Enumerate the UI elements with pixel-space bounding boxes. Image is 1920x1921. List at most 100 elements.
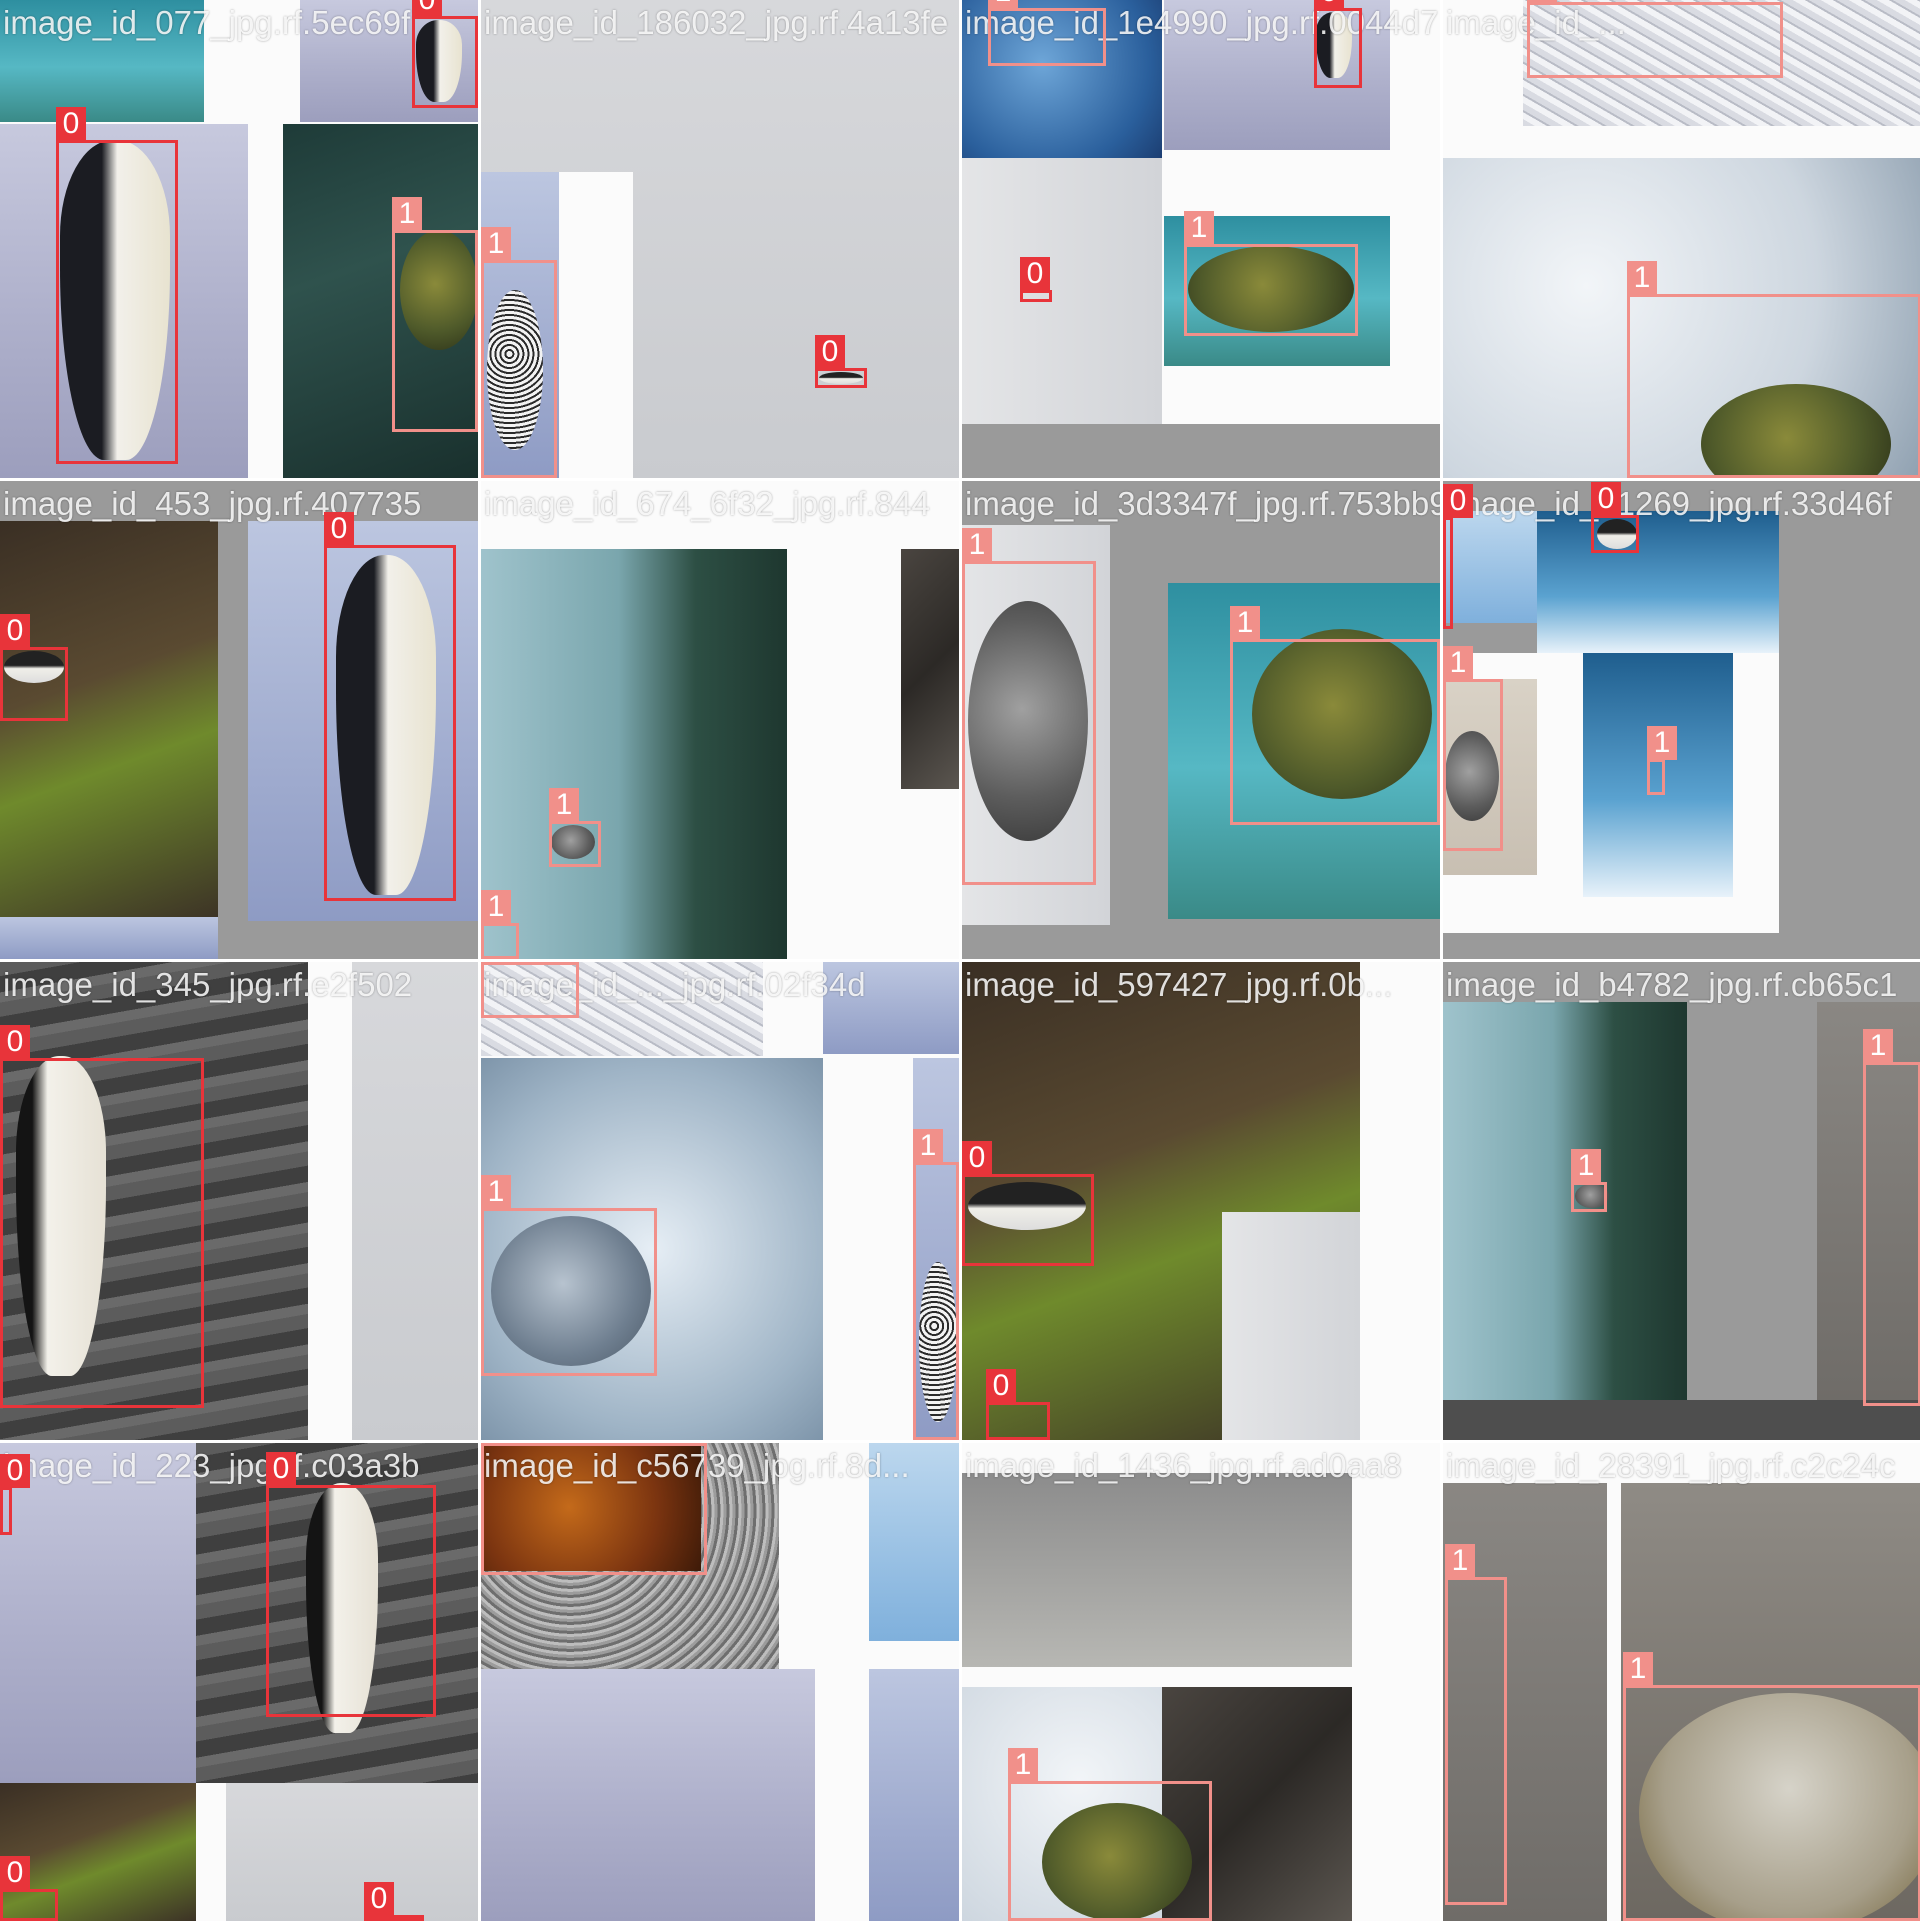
- detection-box-penguin: 0: [0, 1025, 204, 1408]
- image-fragment: [0, 1443, 196, 1783]
- detection-box-turtle: 1: [481, 1443, 707, 1575]
- detection-box-penguin: 0: [56, 107, 178, 464]
- detection-box-turtle: 1: [481, 890, 519, 959]
- image-filename-label: image_id_674_6f32_jpg.rf.844: [484, 485, 930, 522]
- image-filename-label: image_id_077_jpg.rf.5ec69f: [3, 4, 411, 41]
- detection-box-turtle: 1: [1627, 261, 1920, 478]
- mosaic-tile: image_id_21269_jpg.rf.33d46f 0 0 1 1: [1443, 481, 1920, 959]
- class-label: 0: [1443, 484, 1473, 518]
- image-filename-label: image_id_223_jpg.rf.c03a3b: [3, 1447, 420, 1484]
- detection-box-turtle: 1: [1445, 1544, 1507, 1905]
- class-label: 0: [815, 335, 845, 369]
- class-label: 1: [481, 227, 511, 261]
- detection-box-turtle: 1: [549, 788, 601, 867]
- detection-box-penguin: 0: [986, 1369, 1050, 1440]
- class-label: 0: [324, 512, 354, 546]
- detection-box-turtle: 1: [913, 1129, 959, 1440]
- class-label: 1: [962, 528, 992, 562]
- detection-box-turtle: 1: [481, 962, 579, 1018]
- detection-box-turtle: 1: [1571, 1149, 1607, 1212]
- image-fragment: [352, 962, 478, 1440]
- detection-box-penguin: 0: [1443, 484, 1473, 629]
- image-fragment: [869, 1669, 959, 1921]
- image-filename-label: image_id_345_jpg.rf.e2f502: [3, 966, 413, 1003]
- class-label: 1: [1445, 1544, 1475, 1578]
- class-label: 1: [1008, 1748, 1038, 1782]
- detection-box-penguin: 0: [412, 0, 478, 108]
- detection-box-turtle: 1: [481, 227, 557, 478]
- image-filename-label: image_id_28391_jpg.rf.c2c24c: [1446, 1447, 1896, 1484]
- class-label: 0: [364, 1882, 394, 1916]
- class-label: 1: [1571, 1149, 1601, 1183]
- class-label: 1: [1627, 261, 1657, 295]
- image-fragment: [962, 158, 1162, 424]
- class-label: 0: [0, 1025, 30, 1059]
- detection-box-turtle: 1: [1863, 1029, 1920, 1406]
- detection-box-penguin: 0: [266, 1452, 436, 1717]
- image-fragment: [901, 549, 959, 789]
- mosaic-tile: image_id_28391_jpg.rf.c2c24c 1 1: [1443, 1443, 1920, 1921]
- mosaic-tile: image_id_1436_jpg.rf.ad0aa8 1: [962, 1443, 1440, 1921]
- class-label: 1: [481, 890, 511, 924]
- class-label: 0: [962, 1141, 992, 1175]
- class-label: 0: [266, 1452, 296, 1486]
- detection-box-turtle: 1: [1184, 211, 1358, 336]
- image-fragment: [962, 1473, 1352, 1667]
- class-label: 0: [986, 1369, 1016, 1403]
- class-label: 1: [549, 788, 579, 822]
- class-label: 1: [1527, 0, 1557, 3]
- image-fragment: [481, 549, 787, 959]
- mosaic-tile: image_id_1e4990_jpg.rf.0044d7 1 0 0 1: [962, 0, 1440, 478]
- mosaic-tile: image_id_b4782_jpg.rf.cb65c1 1 1: [1443, 962, 1920, 1440]
- image-filename-label: image_id_1436_jpg.rf.ad0aa8: [965, 1447, 1402, 1484]
- image-filename-label: image_id_21269_jpg.rf.33d46f: [1446, 485, 1892, 522]
- image-fragment: [0, 521, 218, 921]
- mosaic-grid: image_id_077_jpg.rf.5ec69f 0 0 1 image_i…: [0, 0, 1920, 1921]
- class-label: 0: [0, 1856, 30, 1890]
- image-filename-label: image_id_186032_jpg.rf.4a13fe: [484, 4, 949, 41]
- class-label: 1: [988, 0, 1018, 9]
- class-label: 1: [392, 197, 422, 231]
- detection-box-turtle: 1: [392, 197, 478, 432]
- detection-box-penguin: 0: [1314, 0, 1362, 88]
- mosaic-tile: image_id_674_6f32_jpg.rf.844 1 1: [481, 481, 959, 959]
- detection-box-turtle: 1: [1527, 0, 1783, 78]
- image-fragment: [226, 1783, 478, 1921]
- mosaic-tile: image_id_223_jpg.rf.c03a3b 0 0 0 0: [0, 1443, 478, 1921]
- detection-box-turtle: 1: [1230, 606, 1440, 825]
- detection-box-penguin: 0: [1591, 482, 1639, 553]
- class-label: 0: [1591, 482, 1621, 516]
- class-label: 1: [913, 1129, 943, 1163]
- padding-region: [962, 424, 1440, 478]
- image-filename-label: image_id_b4782_jpg.rf.cb65c1: [1446, 966, 1898, 1003]
- image-fragment: [1443, 1002, 1687, 1400]
- detection-box-turtle: 1: [1443, 646, 1503, 851]
- mosaic-tile: image_id_c56739_jpg.rf.8d... 1: [481, 1443, 959, 1921]
- detection-box-turtle: 1: [1008, 1748, 1212, 1921]
- detection-box-penguin: 0: [364, 1882, 424, 1921]
- image-fragment: [481, 1669, 815, 1921]
- detection-box-turtle: 1: [1647, 726, 1677, 795]
- detection-box-turtle: 1: [962, 528, 1096, 885]
- mosaic-tile: image_id_077_jpg.rf.5ec69f 0 0 1: [0, 0, 478, 478]
- class-label: 1: [1184, 211, 1214, 245]
- image-fragment: [1443, 511, 1537, 623]
- detection-box-penguin: 0: [0, 1856, 58, 1921]
- detection-box-penguin: 0: [1020, 257, 1052, 302]
- image-filename-label: image_id_597427_jpg.rf.0b...: [965, 966, 1393, 1003]
- detection-box-turtle: 1: [988, 0, 1106, 66]
- detection-box-penguin: 0: [324, 512, 456, 901]
- mosaic-tile: image_id_345_jpg.rf.e2f502 0: [0, 962, 478, 1440]
- class-label: 0: [1020, 257, 1050, 291]
- class-label: 1: [481, 1443, 511, 1444]
- padding-region: [559, 172, 633, 478]
- detection-box-turtle: 1: [1623, 1652, 1920, 1921]
- class-label: 0: [1314, 0, 1344, 9]
- image-fragment: [1222, 1212, 1360, 1440]
- class-label: 1: [1863, 1029, 1893, 1063]
- image-filename-label: image_id_3d3347f_jpg.rf.753bb9: [965, 485, 1440, 522]
- class-label: 1: [1230, 606, 1260, 640]
- mosaic-tile: image_id_... 1 1: [1443, 0, 1920, 478]
- class-label: 0: [0, 1454, 30, 1488]
- mosaic-tile: image_id_597427_jpg.rf.0b... 0 0: [962, 962, 1440, 1440]
